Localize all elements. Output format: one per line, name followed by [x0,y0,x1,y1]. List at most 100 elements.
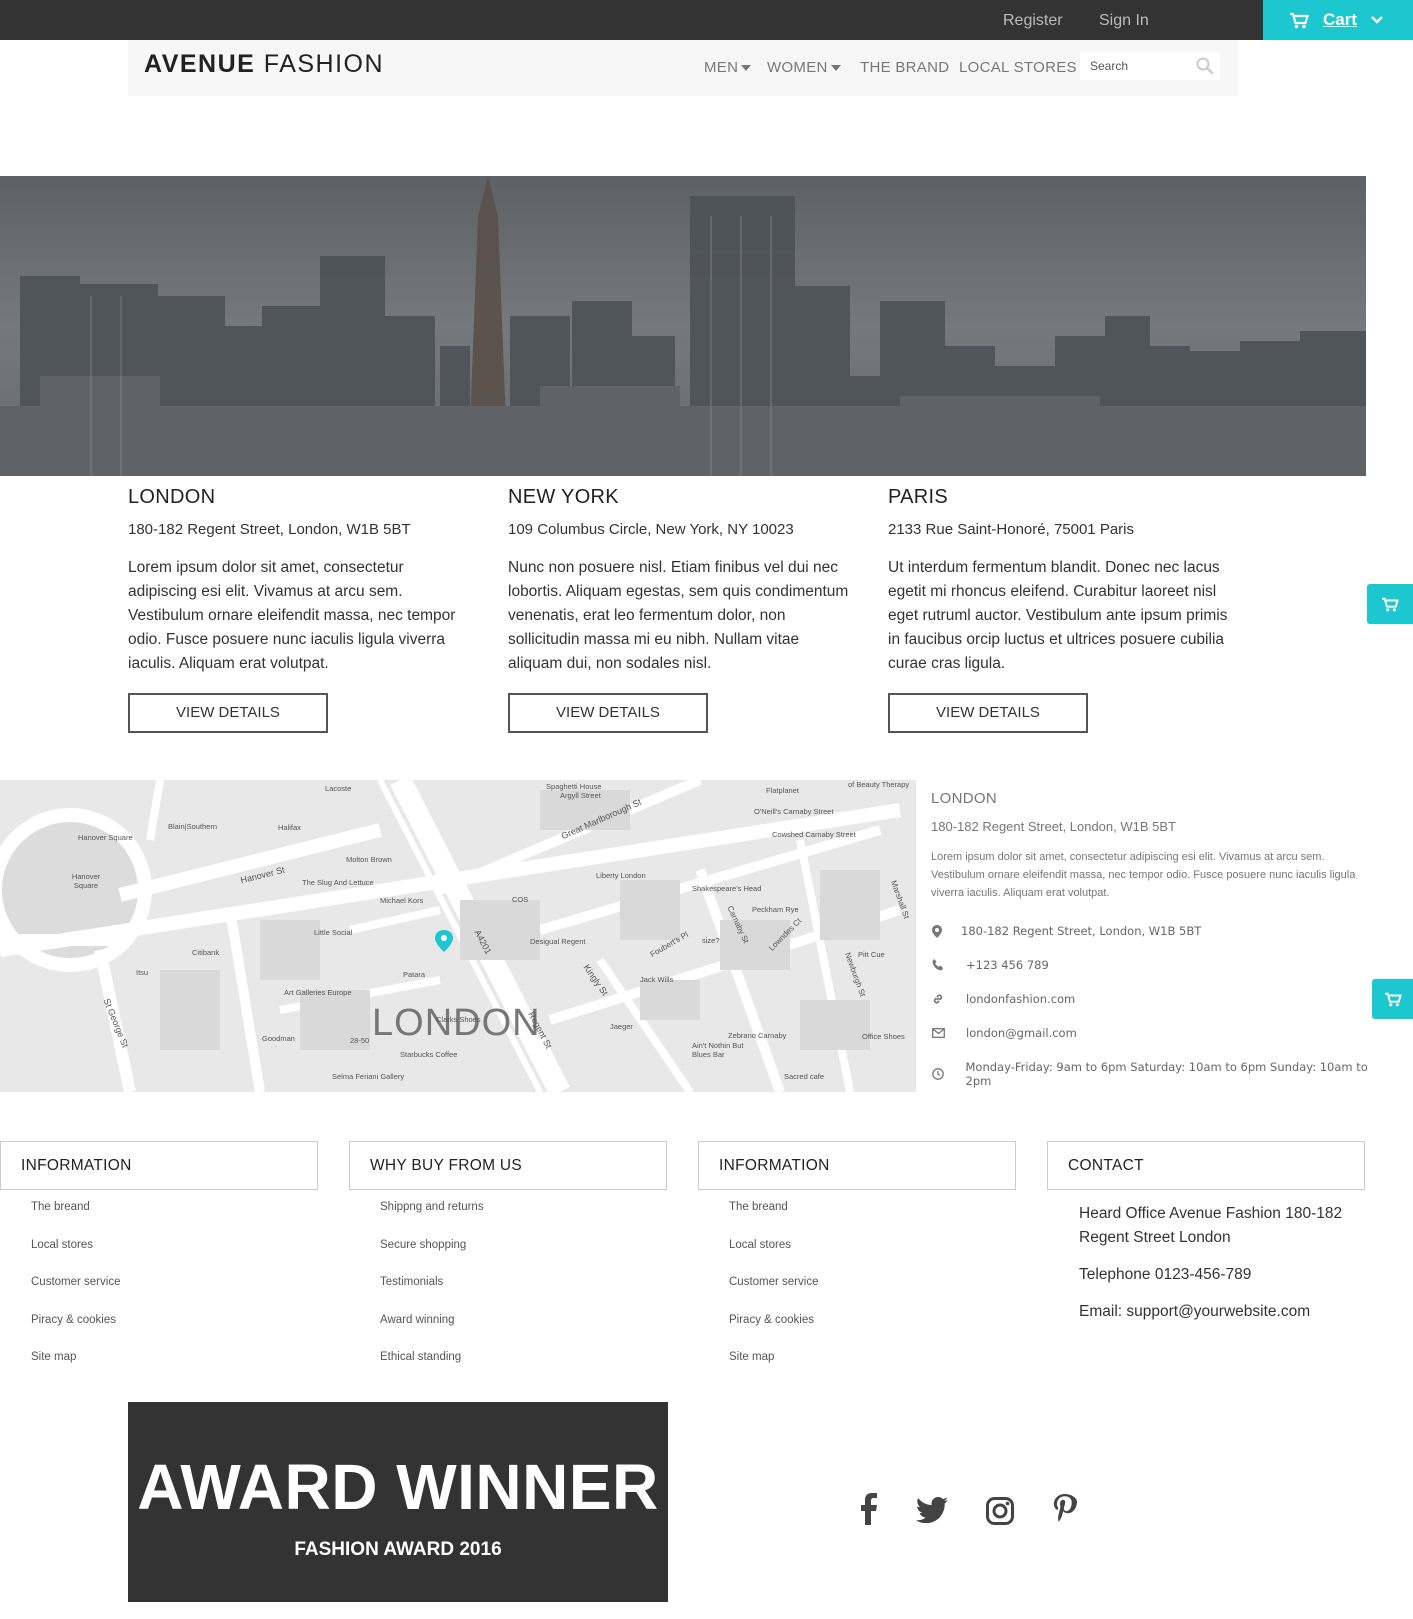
footer-link[interactable]: Ethical standing [380,1342,667,1380]
top-bar: Register Sign In Cart [0,0,1413,40]
store-city: LONDON [128,486,216,508]
map-poi: Office Shoes [862,1032,905,1041]
map-poi: Blain|Southern [168,822,218,831]
map-poi: Zebrano Carnaby [728,1031,787,1040]
footer-link[interactable]: Site map [729,1342,1016,1380]
cart-button[interactable]: Cart [1263,0,1413,40]
contact-email[interactable]: london@gmail.com [931,1026,1077,1040]
map-poi: Liberty London [596,871,646,880]
map-poi: The Slug And Lettuce [302,878,374,887]
footer-link[interactable]: Local stores [729,1230,1016,1268]
view-details-button[interactable]: VIEW DETAILS [888,693,1088,733]
map-poi: Starbucks Coffee [400,1050,458,1059]
map-poi: Lacoste [325,784,352,793]
nav-the-brand[interactable]: THE BRAND [860,59,949,76]
store-address: 109 Columbus Circle, New York, NY 10023 [508,521,794,538]
cart-icon [1382,597,1399,611]
search-input[interactable] [1080,52,1190,80]
footer-link[interactable]: Testimonials [380,1267,667,1305]
store-city: NEW YORK [508,486,619,508]
map-poi: Goodman [262,1034,295,1043]
footer-link[interactable]: Local stores [31,1230,318,1268]
footer-link[interactable]: Shippng and returns [380,1192,667,1230]
map-poi: size? [702,936,720,945]
store-description: Nunc non posuere nisl. Etiam finibus vel… [508,559,849,672]
footer-column-header: INFORMATION [0,1141,318,1190]
link-icon [931,993,966,1005]
map-info-title: LONDON [931,790,997,807]
clock-icon [931,1068,966,1080]
contact-office: Heard Office Avenue Fashion 180-182 Rege… [1079,1205,1343,1246]
map-poi: 28-50 [350,1036,370,1045]
footer-column-why-buy: WHY BUY FROM US Shippng and returns Secu… [349,1141,667,1380]
caret-down-icon [830,65,841,72]
footer-column-information: INFORMATION The breand Local stores Cust… [0,1141,318,1380]
search-icon[interactable] [1196,57,1214,75]
map-poi: Spaghetti House [546,782,602,791]
map-contact-list: 180-182 Regent Street, London, W1B 5BT +… [931,924,1391,1088]
nav-local-stores[interactable]: LOCAL STORES [959,59,1077,76]
footer-link[interactable]: Secure shopping [380,1230,667,1268]
map-poi: Shakespeare's Head [692,884,762,893]
footer-column-header: WHY BUY FROM US [349,1141,667,1190]
sign-in-link[interactable]: Sign In [1099,12,1149,30]
store-address: 2133 Rue Saint-Honoré, 75001 Paris [888,521,1134,538]
contact-phone: +123 456 789 [931,958,1049,972]
instagram-icon[interactable] [986,1497,1014,1525]
view-details-button[interactable]: VIEW DETAILS [508,693,708,733]
map-poi: Ain't Nothin But Blues Bar [692,1041,744,1059]
floating-cart-button[interactable] [1367,584,1413,624]
map-poi: Peckham Rye [752,905,799,914]
nav-women[interactable]: WOMEN [767,59,841,76]
map-poi: Argyll Street [560,791,601,800]
twitter-icon[interactable] [916,1497,948,1523]
map-poi: Flatplanet [766,786,799,795]
map-poi: Jaeger [610,1022,633,1031]
map-poi: COS [512,895,529,904]
map-poi: Cowshed Carnaby Street [772,830,856,839]
contact-website[interactable]: londonfashion.com [931,992,1075,1006]
brand-logo[interactable]: AVENUE FASHION [144,50,384,79]
map-poi: Citibank [192,948,220,957]
map-poi: Clarks Shoes [436,1015,481,1024]
footer-column-information-2: INFORMATION The breand Local stores Cust… [698,1141,1016,1380]
footer-column-header: CONTACT [1047,1141,1365,1190]
map-poi: Jack Wills [640,975,674,984]
map-poi: Patara [403,970,426,979]
footer-link[interactable]: Site map [31,1342,318,1380]
register-link[interactable]: Register [1003,12,1063,30]
store-card-paris: PARIS 2133 Rue Saint-Honoré, 75001 Paris… [888,486,1233,733]
nav-men[interactable]: MEN [704,59,752,76]
footer-link[interactable]: Piracy & cookies [31,1305,318,1343]
contact-address: 180-182 Regent Street, London, W1B 5BT [931,924,1201,938]
footer-link[interactable]: Award winning [380,1305,667,1343]
facebook-icon[interactable] [858,1493,878,1525]
map-poi: Hanover Square [71,872,101,890]
map-poi: Itsu [136,968,149,977]
map-poi: Sacred cafe [784,1072,825,1081]
chevron-down-icon [1371,16,1383,24]
footer-link[interactable]: Customer service [729,1267,1016,1305]
award-subtitle: FASHION AWARD 2016 [294,1539,502,1560]
store-city: PARIS [888,486,949,508]
map-store-info: LONDON 180-182 Regent Street, London, W1… [931,790,1371,902]
map-poi: Hanover Square [78,833,133,842]
hero-skyline-image [0,176,1366,476]
contact-hours: Monday-Friday: 9am to 6pm Saturday: 10am… [931,1060,1391,1088]
phone-icon [931,959,966,971]
envelope-icon [931,1028,966,1038]
footer-link[interactable]: The breand [31,1192,318,1230]
pinterest-icon[interactable] [1052,1494,1078,1526]
store-map[interactable]: LONDON Lacoste Spaghetti House Argyll St… [0,780,916,1092]
cart-icon [1290,12,1309,28]
footer-link[interactable]: Customer service [31,1267,318,1305]
store-address: 180-182 Regent Street, London, W1B 5BT [128,521,411,538]
caret-down-icon [741,65,752,72]
map-poi: Art Galleries Europe [284,988,352,997]
map-poi: of Beauty Therapy [848,780,910,789]
store-description: Lorem ipsum dolor sit amet, consectetur … [128,559,456,672]
map-poi: O'Neill's Carnaby Street [754,807,834,816]
view-details-button[interactable]: VIEW DETAILS [128,693,328,733]
footer-link[interactable]: The breand [729,1192,1016,1230]
footer-link[interactable]: Piracy & cookies [729,1305,1016,1343]
